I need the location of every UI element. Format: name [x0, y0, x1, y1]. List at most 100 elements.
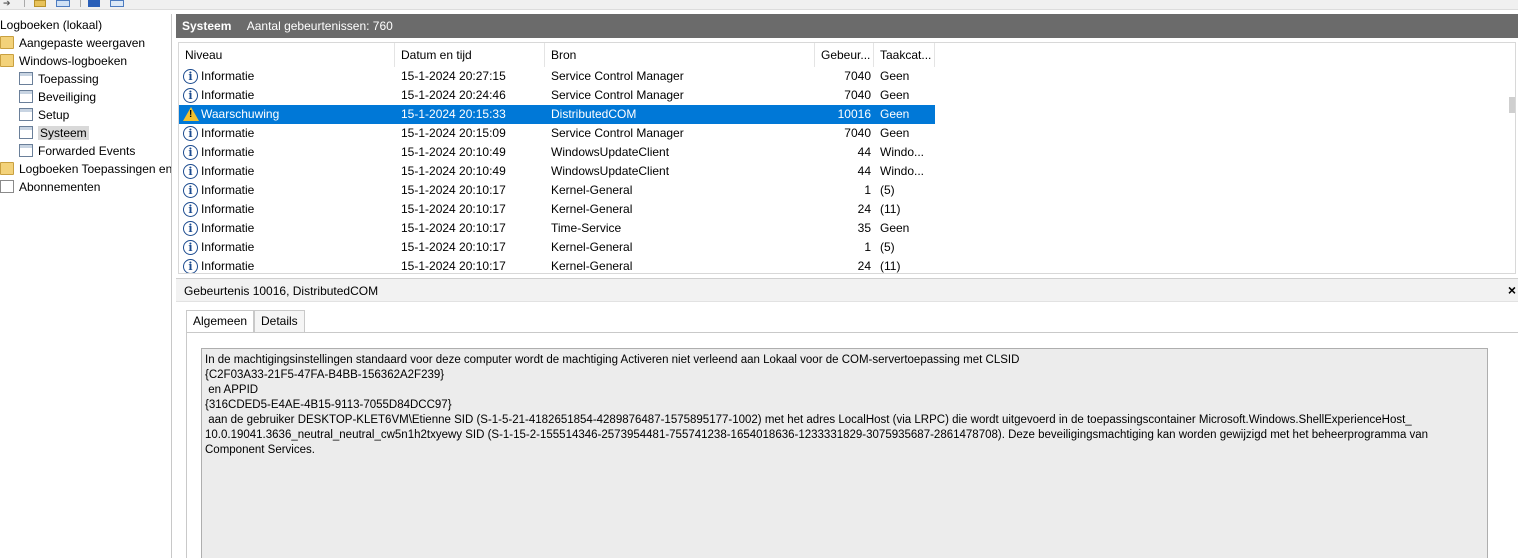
tree-item-label: Systeem: [38, 126, 89, 140]
log-icon: [19, 72, 33, 86]
cell-datetime: 15-1-2024 20:24:46: [401, 88, 506, 102]
event-description[interactable]: In de machtigingsinstellingen standaard …: [201, 348, 1488, 558]
cell-source: Service Control Manager: [551, 69, 684, 83]
tab-details[interactable]: Details: [254, 310, 305, 332]
navigation-tree: Logboeken (lokaal) Aangepaste weergaven …: [0, 14, 172, 558]
cell-task: Geen: [880, 221, 910, 235]
table-row[interactable]: i Informatie 15-1-2024 20:10:49 WindowsUpda…: [179, 143, 935, 162]
cell-task: (11): [880, 259, 901, 273]
table-row[interactable]: i Informatie 15-1-2024 20:10:17 Time-Servic…: [179, 219, 935, 238]
cell-task: Windo...: [880, 145, 925, 159]
table-row[interactable]: i Informatie 15-1-2024 20:10:17 Kernel-Gene…: [179, 181, 935, 200]
log-icon: [19, 108, 33, 122]
cell-source: Kernel-General: [551, 240, 633, 254]
scrollbar-thumb[interactable]: [1509, 97, 1515, 113]
cell-source: WindowsUpdateClient: [551, 145, 670, 159]
tree-item-systeem[interactable]: Systeem: [19, 124, 89, 142]
cell-datetime: 15-1-2024 20:15:33: [401, 107, 506, 121]
log-icon: [19, 144, 33, 158]
table-row[interactable]: i Informatie 15-1-2024 20:27:15 Service Con…: [179, 67, 935, 86]
table-row[interactable]: ! Waarschuwing 15-1-2024 20:15:33 Distribut…: [179, 105, 935, 124]
close-icon[interactable]: ×: [1508, 279, 1516, 301]
tree-item-toepassing[interactable]: Toepassing: [19, 70, 99, 88]
event-count: Aantal gebeurtenissen: 760: [246, 19, 393, 33]
show-pane-icon[interactable]: [110, 0, 124, 7]
table-row[interactable]: i Informatie 15-1-2024 20:24:46 Service Con…: [179, 86, 935, 105]
table-row[interactable]: i Informatie 15-1-2024 20:10:49 WindowsUpda…: [179, 162, 935, 181]
tree-item-label: Logboeken Toepassingen en: [19, 162, 172, 176]
folder-icon: [0, 162, 14, 176]
cell-datetime: 15-1-2024 20:10:17: [401, 259, 506, 273]
cell-task: Geen: [880, 88, 910, 102]
cell-source: DistributedCOM: [551, 107, 637, 121]
tree-item-forwarded-events[interactable]: Forwarded Events: [19, 142, 135, 160]
cell-source: Kernel-General: [551, 202, 633, 216]
cell-level: Informatie: [201, 164, 255, 178]
cell-source: Time-Service: [551, 221, 622, 235]
show-grid-icon[interactable]: [56, 0, 70, 7]
column-header-datum[interactable]: Datum en tijd: [395, 43, 545, 67]
cell-level: Informatie: [201, 69, 255, 83]
cell-datetime: 15-1-2024 20:10:49: [401, 164, 506, 178]
tree-item-label: Aangepaste weergaven: [19, 36, 146, 50]
cell-level: Waarschuwing: [201, 107, 280, 121]
tree-item-logboeken-lokaal[interactable]: Logboeken (lokaal): [0, 16, 102, 34]
info-icon: i: [183, 164, 198, 179]
cell-source: Service Control Manager: [551, 126, 684, 140]
cell-level: Informatie: [201, 221, 255, 235]
cell-task: (11): [880, 202, 901, 216]
tree-item-logboeken-toepassingen[interactable]: Logboeken Toepassingen en: [0, 160, 172, 178]
column-header-niveau[interactable]: Niveau: [179, 43, 395, 67]
forward-arrow-icon[interactable]: ➔: [3, 0, 15, 8]
cell-event-id: 24: [857, 259, 871, 273]
folder-icon: [0, 36, 14, 50]
cell-level: Informatie: [201, 259, 255, 273]
cell-task: Geen: [880, 126, 910, 140]
cell-event-id: 1: [864, 240, 871, 254]
tree-item-label: Abonnementen: [19, 180, 101, 194]
cell-source: Service Control Manager: [551, 88, 684, 102]
table-row[interactable]: i Informatie 15-1-2024 20:10:17 Kernel-Gene…: [179, 200, 935, 219]
column-header-gebeurtenis-id[interactable]: Gebeur...: [815, 43, 874, 67]
open-folder-icon[interactable]: [34, 0, 46, 7]
cell-level: Informatie: [201, 183, 255, 197]
warning-icon: !: [183, 107, 199, 121]
tree-item-setup[interactable]: Setup: [19, 106, 69, 124]
help-icon[interactable]: [88, 0, 100, 7]
cell-task: Geen: [880, 69, 910, 83]
tree-item-label: Setup: [38, 108, 70, 122]
cell-event-id: 44: [857, 164, 871, 178]
tree-item-beveiliging[interactable]: Beveiliging: [19, 88, 96, 106]
cell-datetime: 15-1-2024 20:10:17: [401, 240, 506, 254]
column-header-bron[interactable]: Bron: [545, 43, 815, 67]
cell-event-id: 7040: [844, 126, 871, 140]
column-header-taakcategorie[interactable]: Taakcat...: [874, 43, 935, 67]
toolbar-separator: [80, 0, 81, 7]
log-icon: [19, 126, 33, 140]
cell-level: Informatie: [201, 202, 255, 216]
cell-level: Informatie: [201, 126, 255, 140]
log-title: Systeem: [182, 19, 232, 33]
tab-algemeen[interactable]: Algemeen: [186, 310, 255, 333]
cell-datetime: 15-1-2024 20:27:15: [401, 69, 506, 83]
tree-item-label: Toepassing: [38, 72, 99, 86]
main-pane: Systeem Aantal gebeurtenissen: 760 Nivea…: [176, 14, 1518, 558]
tree-item-abonnementen[interactable]: Abonnementen: [0, 178, 100, 196]
info-icon: i: [183, 221, 198, 236]
cell-task: (5): [880, 183, 895, 197]
cell-event-id: 44: [857, 145, 871, 159]
table-row[interactable]: i Informatie 15-1-2024 20:10:17 Kernel-Gene…: [179, 257, 935, 273]
cell-level: Informatie: [201, 240, 255, 254]
table-row[interactable]: i Informatie 15-1-2024 20:10:17 Kernel-Gene…: [179, 238, 935, 257]
tree-item-label: Windows-logboeken: [19, 54, 128, 68]
cell-level: Informatie: [201, 88, 255, 102]
details-title: Gebeurtenis 10016, DistributedCOM: [184, 284, 379, 298]
tree-item-label: Logboeken (lokaal): [0, 18, 103, 32]
tree-item-windows-logboeken[interactable]: Windows-logboeken: [0, 52, 127, 70]
info-icon: i: [183, 240, 198, 255]
cell-datetime: 15-1-2024 20:10:17: [401, 221, 506, 235]
details-header: Gebeurtenis 10016, DistributedCOM ×: [176, 278, 1518, 302]
tree-item-aangepaste-weergaven[interactable]: Aangepaste weergaven: [0, 34, 145, 52]
cell-event-id: 7040: [844, 88, 871, 102]
table-row[interactable]: i Informatie 15-1-2024 20:15:09 Service Con…: [179, 124, 935, 143]
